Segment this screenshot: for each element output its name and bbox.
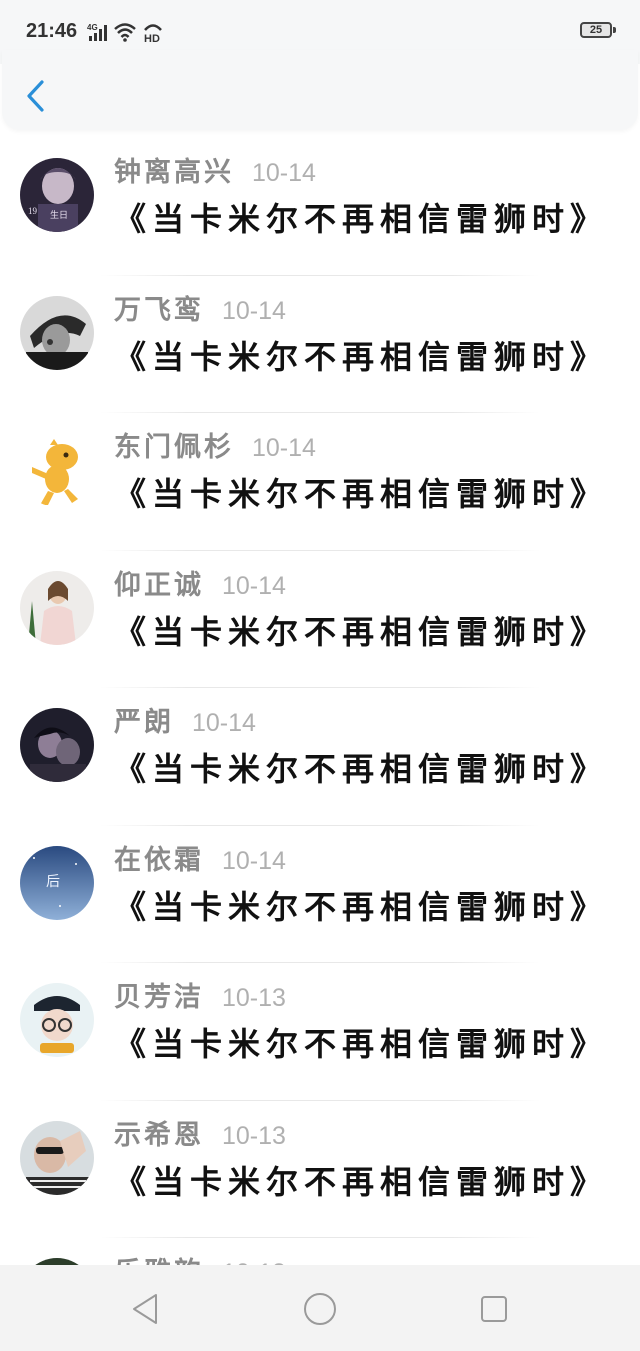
commenter-name: 仰正诚 — [114, 569, 204, 601]
list-item[interactable]: 示希恩 10-13 《当卡米尔不再相信雷狮时》 — [0, 1101, 640, 1238]
nav-recents-button[interactable] — [474, 1289, 514, 1329]
avatar — [20, 708, 94, 782]
header — [2, 50, 638, 130]
network-type-label: 4G — [87, 23, 98, 32]
signal-icon: 4G — [87, 23, 107, 41]
avatar — [20, 295, 94, 370]
comment-title: 《当卡米尔不再相信雷狮时》 — [114, 475, 609, 513]
comment-title: 《当卡米尔不再相信雷狮时》 — [114, 1162, 609, 1201]
avatar — [20, 983, 94, 1057]
svg-text:19: 19 — [28, 206, 38, 216]
back-button[interactable] — [22, 78, 52, 114]
comment-title: 《当卡米尔不再相信雷狮时》 — [114, 612, 609, 651]
circle-home-icon — [304, 1293, 336, 1325]
svg-text:后: 后 — [46, 874, 60, 890]
commenter-name: 乐雅韵 — [114, 1250, 204, 1265]
comment-list[interactable]: 19 生日 钟离高兴 10-14 《当卡米尔不再相信雷狮时》 万飞鸾 10-14… — [0, 138, 640, 1265]
list-item[interactable]: 19 生日 钟离高兴 10-14 《当卡米尔不再相信雷狮时》 — [0, 138, 640, 276]
avatar — [20, 1258, 94, 1265]
list-item[interactable]: 东门佩杉 10-14 《当卡米尔不再相信雷狮时》 — [0, 413, 640, 551]
comment-date: 10-13 — [222, 984, 286, 1012]
navigation-bar — [0, 1265, 640, 1351]
comment-date: 10-14 — [192, 709, 256, 737]
battery-level: 25 — [589, 24, 603, 36]
comment-date: 10-14 — [222, 296, 286, 325]
wifi-icon — [114, 23, 136, 42]
triangle-back-icon — [133, 1294, 157, 1324]
comment-title: 《当卡米尔不再相信雷狮时》 — [114, 200, 609, 238]
status-icons: 4G HD — [87, 20, 165, 44]
comment-date: 10-14 — [222, 846, 286, 875]
comment-title: 《当卡米尔不再相信雷狮时》 — [114, 1025, 609, 1063]
comment-date: 10-14 — [252, 159, 316, 187]
comment-title: 《当卡米尔不再相信雷狮时》 — [114, 887, 609, 926]
list-item[interactable]: 后 在依霜 10-14 《当卡米尔不再相信雷狮时》 — [0, 826, 640, 963]
commenter-name: 在依霜 — [114, 844, 204, 876]
svg-text:生日: 生日 — [50, 209, 68, 220]
avatar — [20, 570, 94, 645]
hd-call-icon: HD — [144, 24, 162, 43]
nav-back-button[interactable] — [126, 1289, 166, 1329]
list-item[interactable]: 万飞鸾 10-14 《当卡米尔不再相信雷狮时》 — [0, 276, 640, 413]
commenter-name: 示希恩 — [114, 1119, 204, 1151]
list-item[interactable]: 严朗 10-14 《当卡米尔不再相信雷狮时》 — [0, 688, 640, 826]
avatar — [20, 433, 94, 507]
commenter-name: 钟离高兴 — [114, 157, 234, 188]
avatar: 19 生日 — [20, 158, 94, 232]
hd-label: HD — [144, 33, 160, 43]
commenter-name: 严朗 — [114, 707, 174, 738]
comment-title: 《当卡米尔不再相信雷狮时》 — [114, 750, 609, 788]
chevron-left-icon — [27, 80, 44, 112]
commenter-name: 贝芳洁 — [114, 982, 204, 1013]
comment-date: 10-13 — [222, 1121, 286, 1150]
list-item[interactable]: 乐雅韵 10-13 — [0, 1238, 640, 1265]
comment-date: 10-14 — [222, 571, 286, 600]
nav-home-button[interactable] — [300, 1289, 340, 1329]
battery-tip — [613, 27, 616, 33]
avatar: 后 — [20, 845, 94, 920]
avatar — [20, 1120, 94, 1195]
list-item[interactable]: 贝芳洁 10-13 《当卡米尔不再相信雷狮时》 — [0, 963, 640, 1101]
commenter-name: 东门佩杉 — [114, 432, 234, 463]
commenter-name: 万飞鸾 — [114, 294, 204, 326]
battery-icon: 25 — [580, 22, 612, 38]
square-recents-icon — [481, 1296, 507, 1322]
comment-title: 《当卡米尔不再相信雷狮时》 — [114, 337, 609, 376]
comment-date: 10-14 — [252, 434, 316, 462]
list-item[interactable]: 仰正诚 10-14 《当卡米尔不再相信雷狮时》 — [0, 551, 640, 688]
status-time: 21:46 — [26, 20, 78, 42]
